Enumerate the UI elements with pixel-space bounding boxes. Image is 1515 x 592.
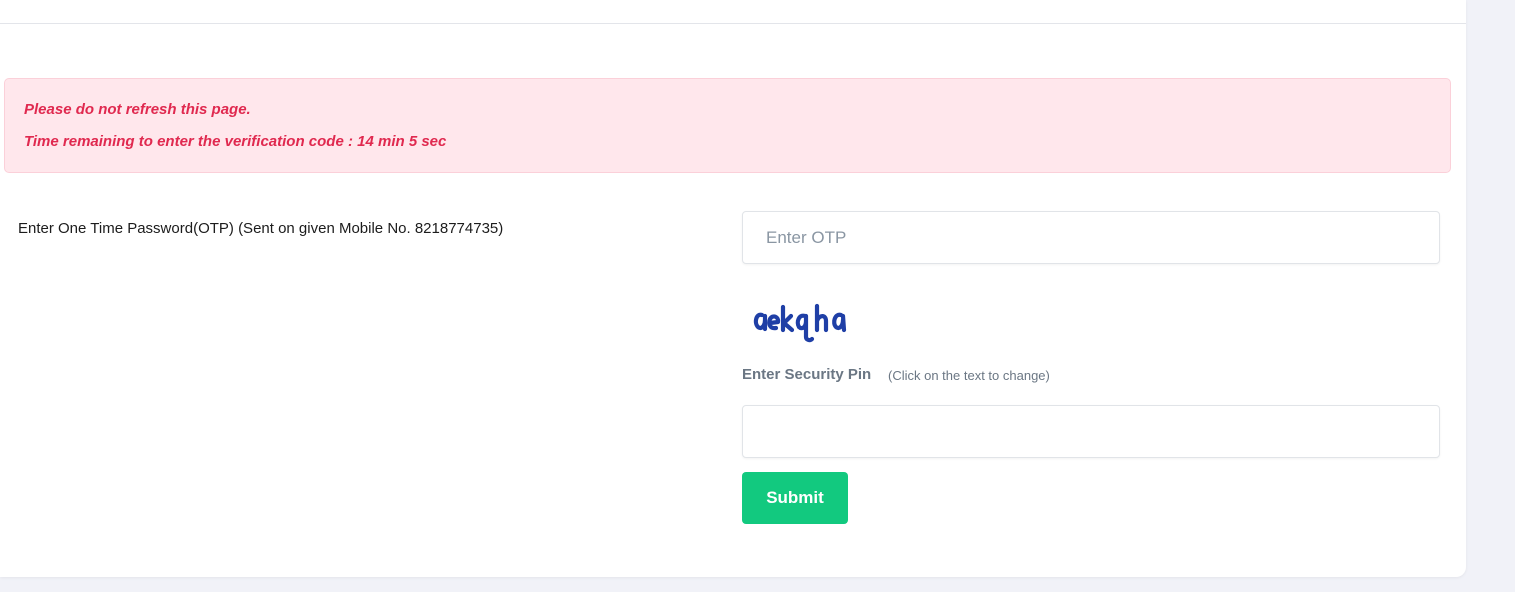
refresh-warning-alert: Please do not refresh this page. Time re… xyxy=(4,78,1451,173)
otp-verification-card: Please do not refresh this page. Time re… xyxy=(0,0,1466,577)
security-pin-input[interactable] xyxy=(742,405,1440,458)
alert-time-remaining-text: Time remaining to enter the verification… xyxy=(24,133,447,150)
submit-button[interactable]: Submit xyxy=(742,472,848,524)
otp-input[interactable] xyxy=(742,211,1440,264)
top-divider xyxy=(0,23,1466,24)
captcha-image[interactable] xyxy=(750,293,858,343)
security-pin-label: Enter Security Pin xyxy=(742,366,872,383)
alert-no-refresh-text: Please do not refresh this page. xyxy=(24,101,251,118)
captcha-change-hint: (Click on the text to change) xyxy=(888,368,1050,383)
otp-field-label: Enter One Time Password(OTP) (Sent on gi… xyxy=(18,220,504,237)
